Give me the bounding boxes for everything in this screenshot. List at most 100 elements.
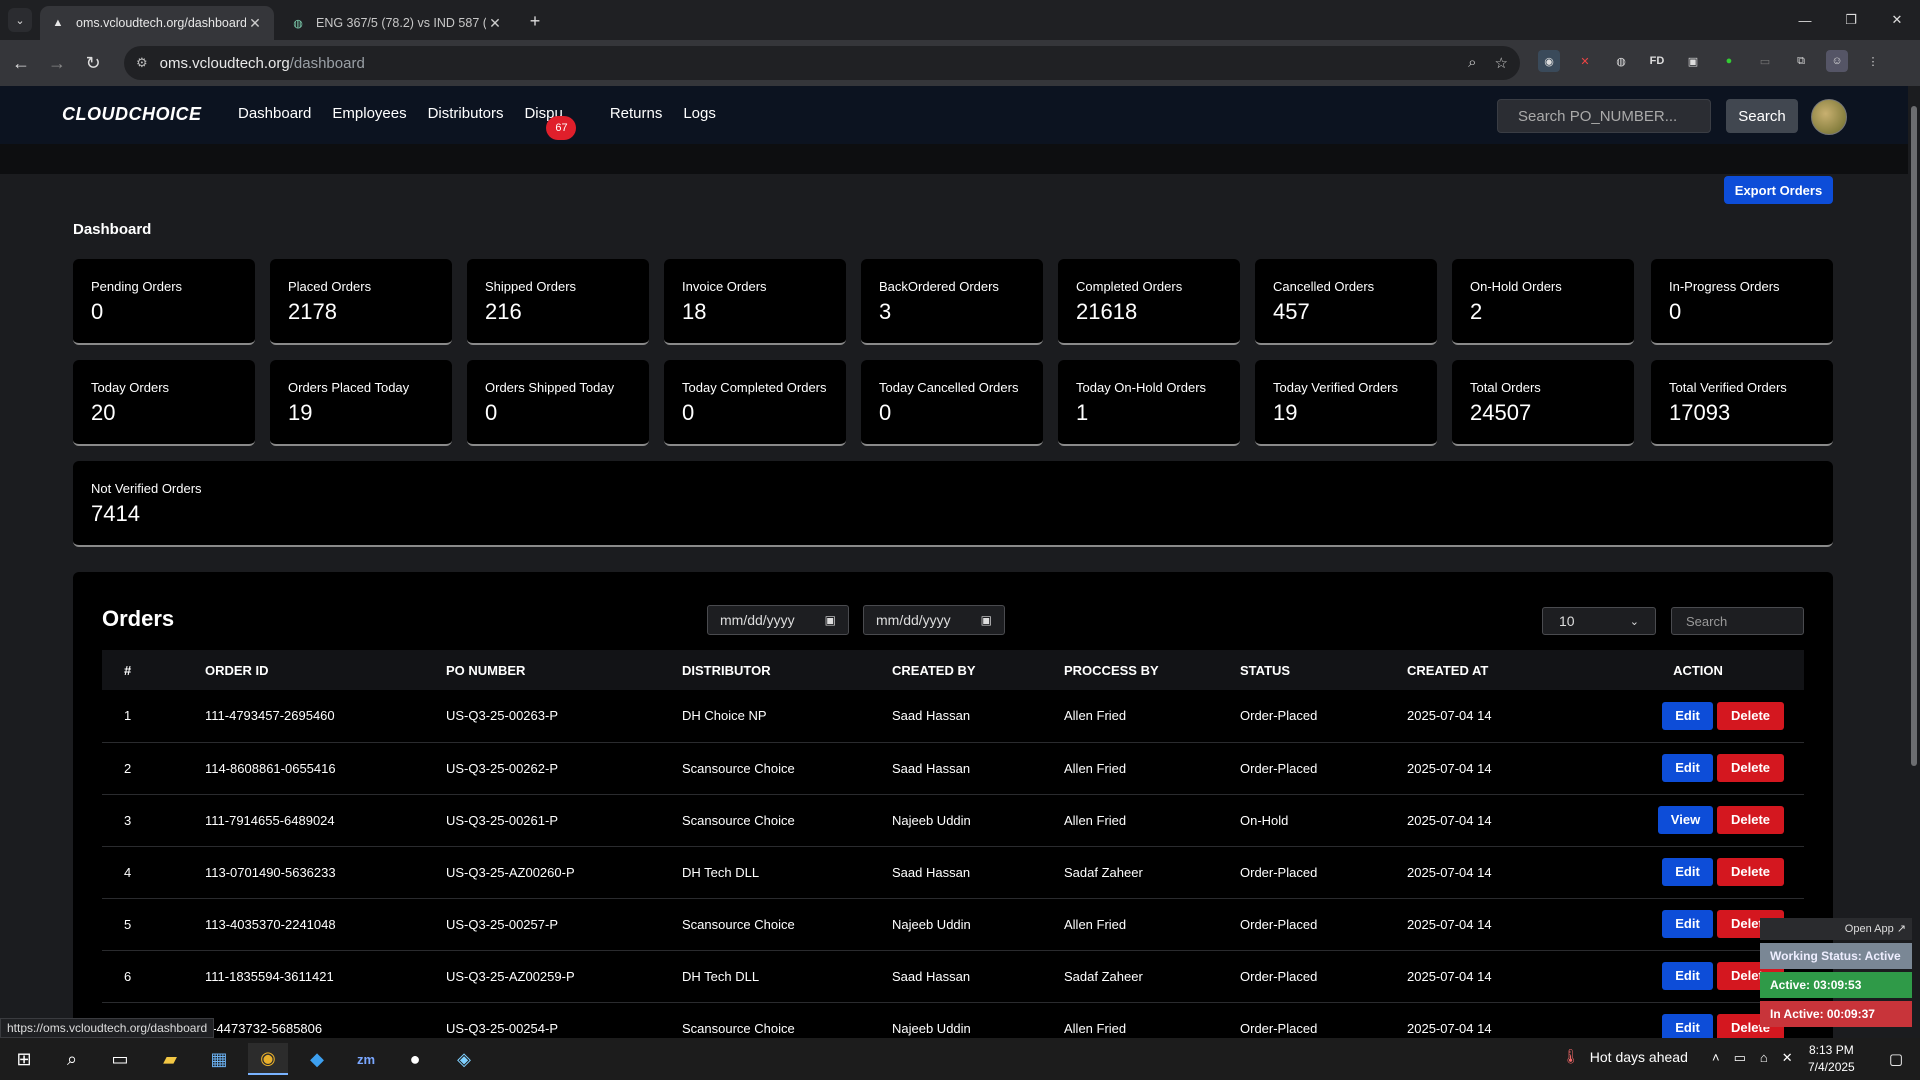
- cell-process-by: Allen Fried: [1064, 760, 1127, 776]
- tab-list-button[interactable]: ⌄: [8, 8, 32, 32]
- cell-status: Order-Placed: [1240, 968, 1318, 984]
- stat-value: 0: [91, 299, 104, 324]
- extension-fd-icon[interactable]: FD: [1646, 50, 1668, 72]
- tray-chevron-icon[interactable]: ˄: [1712, 1050, 1720, 1066]
- date-from-input[interactable]: mm/dd/yyyy ▣: [707, 605, 849, 635]
- browser-tab-cricket[interactable]: ◍ ENG 367/5 (78.2) vs IND 587 (J ✕: [280, 6, 514, 40]
- extension-image-icon[interactable]: ▣: [1682, 50, 1704, 72]
- task-view-icon[interactable]: ▭: [100, 1043, 140, 1075]
- page-size-select[interactable]: 10 ⌄: [1542, 607, 1656, 635]
- cell-created-by: Saad Hassan: [892, 864, 971, 880]
- cell-created-at: 2025-07-04 14: [1407, 812, 1492, 828]
- app-circle-icon[interactable]: ●: [395, 1043, 435, 1075]
- weather-widget[interactable]: 🌡 Hot days ahead: [1562, 1048, 1688, 1065]
- profile-icon[interactable]: ☺: [1826, 50, 1848, 72]
- nav-employees[interactable]: Employees: [332, 105, 406, 146]
- stat-value: 1: [1076, 400, 1089, 425]
- export-orders-button[interactable]: Export Orders: [1724, 176, 1833, 204]
- network-icon[interactable]: ⌂: [1760, 1050, 1768, 1066]
- store-icon[interactable]: ▦: [199, 1043, 239, 1075]
- cell-process-by: Allen Fried: [1064, 708, 1127, 724]
- back-icon[interactable]: ←: [6, 48, 36, 78]
- battery-icon[interactable]: ▭: [1734, 1050, 1746, 1066]
- edit-button[interactable]: Edit: [1662, 754, 1713, 782]
- app-diamond-icon[interactable]: ◈: [444, 1043, 484, 1075]
- scrollbar-thumb[interactable]: [1911, 106, 1917, 766]
- restore-icon[interactable]: ❐: [1828, 0, 1874, 40]
- stat-card-on-hold: On-Hold Orders 2: [1452, 259, 1634, 345]
- brand-logo[interactable]: CLOUDCHOICE: [62, 104, 202, 125]
- nav-returns[interactable]: Returns: [610, 105, 663, 146]
- inactive-time-label: In Active: 00:09:37: [1760, 1001, 1912, 1027]
- extension-x-icon[interactable]: ✕: [1574, 50, 1596, 72]
- minimize-icon[interactable]: —: [1782, 0, 1828, 40]
- avatar[interactable]: [1811, 99, 1847, 135]
- edit-button[interactable]: Edit: [1662, 1014, 1713, 1038]
- site-favicon-icon: ▲: [52, 17, 64, 29]
- zoom-icon[interactable]: ⌕: [1468, 54, 1476, 72]
- close-tab-icon[interactable]: ✕: [246, 15, 264, 32]
- cell-action: View Delete: [1612, 794, 1804, 846]
- extension-green-icon[interactable]: ●: [1718, 50, 1740, 72]
- extension-screen-icon[interactable]: ▭: [1754, 50, 1776, 72]
- chrome-icon[interactable]: ◉: [248, 1043, 288, 1075]
- address-bar[interactable]: ⚙ oms.vcloudtech.org/dashboard ⌕ ☆: [124, 46, 1520, 80]
- notifications-icon[interactable]: ▢: [1876, 1043, 1916, 1075]
- cell-created-at: 2025-07-04 14: [1407, 1020, 1492, 1036]
- system-tray: ˄ ▭ ⌂ ✕: [1712, 1050, 1793, 1066]
- extensions-puzzle-icon[interactable]: ⧉: [1790, 50, 1812, 72]
- edit-button[interactable]: Edit: [1662, 910, 1713, 938]
- nav-logs[interactable]: Logs: [683, 105, 716, 146]
- browser-tab-dashboard[interactable]: ▲ oms.vcloudtech.org/dashboard ✕: [40, 6, 274, 40]
- cell-created-at: 2025-07-04 14: [1407, 864, 1492, 880]
- page-size-value: 10: [1559, 613, 1575, 629]
- po-search-input[interactable]: Search PO_NUMBER...: [1497, 99, 1711, 133]
- edit-button[interactable]: Edit: [1662, 858, 1713, 886]
- stat-label: BackOrdered Orders: [879, 279, 999, 294]
- table-search-input[interactable]: Search: [1671, 607, 1804, 635]
- bookmark-star-icon[interactable]: ☆: [1495, 54, 1508, 72]
- edit-button[interactable]: Edit: [1662, 701, 1713, 730]
- table-row: 3-4473732-5685806 US-Q3-25-00254-P Scansou…: [102, 1002, 1804, 1038]
- calendar-icon[interactable]: ▣: [981, 613, 992, 627]
- delete-button[interactable]: Delete: [1717, 858, 1784, 886]
- weather-text: Hot days ahead: [1589, 1048, 1688, 1065]
- search-button[interactable]: Search: [1726, 99, 1798, 133]
- extension-glasses-icon[interactable]: ◉: [1538, 50, 1560, 72]
- new-tab-icon[interactable]: +: [524, 10, 546, 32]
- page-scrollbar[interactable]: [1908, 86, 1920, 1038]
- volume-muted-icon[interactable]: ✕: [1782, 1050, 1793, 1066]
- menu-kebab-icon[interactable]: ⋮: [1862, 50, 1884, 72]
- zoom-app-icon[interactable]: zm: [346, 1043, 386, 1075]
- calendar-icon[interactable]: ▣: [825, 613, 836, 627]
- reload-icon[interactable]: ↻: [78, 48, 108, 78]
- extension-globe-icon[interactable]: ◍: [1610, 50, 1632, 72]
- close-window-icon[interactable]: ✕: [1874, 0, 1920, 40]
- view-button[interactable]: View: [1658, 806, 1713, 834]
- cell-num: 6: [124, 968, 132, 984]
- windows-start-icon[interactable]: ⊞: [4, 1043, 44, 1075]
- cell-distributor: DH Tech DLL: [682, 864, 760, 880]
- vscode-icon[interactable]: ◆: [297, 1043, 337, 1075]
- close-tab-icon[interactable]: ✕: [486, 15, 504, 32]
- cell-created-at: 2025-07-04 14: [1407, 708, 1492, 724]
- stat-label: Invoice Orders: [682, 279, 767, 294]
- file-explorer-icon[interactable]: ▰: [150, 1043, 190, 1075]
- delete-button[interactable]: Delete: [1717, 806, 1784, 834]
- nav-distributors[interactable]: Distributors: [428, 105, 504, 146]
- clock[interactable]: 8:13 PM 7/4/2025: [1808, 1042, 1855, 1076]
- nav-dashboard[interactable]: Dashboard: [238, 105, 311, 146]
- chevron-down-icon: ⌄: [1629, 615, 1639, 628]
- edit-button[interactable]: Edit: [1662, 962, 1713, 990]
- nav-disputes[interactable]: Dispu 67: [524, 105, 577, 146]
- taskbar-search-icon[interactable]: ⌕: [52, 1043, 92, 1075]
- site-info-icon[interactable]: ⚙: [136, 55, 148, 71]
- cell-process-by: Sadaf Zaheer: [1064, 864, 1143, 880]
- delete-button[interactable]: Delete: [1717, 701, 1784, 730]
- open-app-link[interactable]: Open App ↗: [1760, 918, 1912, 940]
- forward-icon[interactable]: →: [42, 48, 72, 78]
- date-to-input[interactable]: mm/dd/yyyy ▣: [863, 605, 1005, 635]
- stat-card-pending: Pending Orders 0: [73, 259, 255, 345]
- delete-button[interactable]: Delete: [1717, 754, 1784, 782]
- sub-header-bar: [0, 144, 1920, 174]
